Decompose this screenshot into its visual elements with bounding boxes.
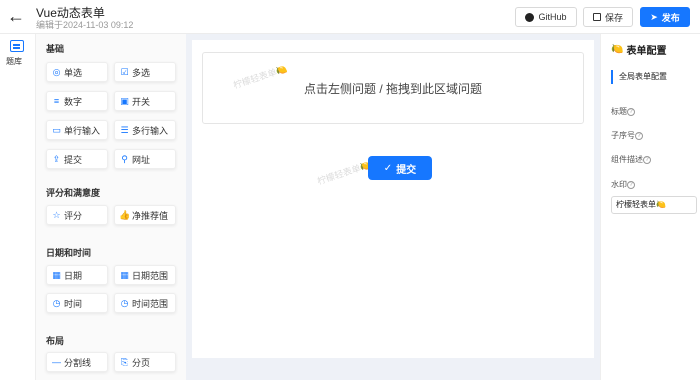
publish-label: 发布 — [661, 12, 680, 23]
save-icon — [592, 13, 601, 21]
palette-item-time[interactable]: ◷ 时间 — [46, 293, 108, 313]
link-icon: ⚲ — [121, 153, 128, 164]
help-icon[interactable]: ? — [635, 131, 643, 140]
palette-item-switch[interactable]: ▣ 开关 — [114, 91, 176, 111]
save-label: 保存 — [604, 12, 623, 23]
check-icon: ✓ — [383, 162, 393, 174]
section-datetime-title: 日期和时间 — [46, 248, 92, 258]
watermark-text: 柠檬轻表单🍋 — [315, 159, 373, 187]
upload-icon: ⇪ — [52, 153, 61, 164]
question-bank-label[interactable]: 题库 — [6, 56, 22, 67]
checkbox-icon: ☑ — [120, 66, 129, 77]
palette-item-radio[interactable]: ◎ 单选 — [46, 62, 108, 82]
field-label-watermark: 水印? — [611, 179, 635, 190]
form-canvas: 点击左侧问题 / 拖拽到此区域问题 柠檬轻表单🍋 柠檬轻表单🍋 ✓ 提交 — [186, 34, 600, 380]
submit-button[interactable]: ✓ 提交 — [368, 156, 432, 180]
config-panel-title: 表单配置 — [626, 46, 667, 57]
config-panel: 🍋 表单配置 全局表单配置 标题? 子序号? 组件描述? 水印? 柠檬轻表单🍋 — [600, 34, 700, 380]
help-icon[interactable]: ? — [643, 155, 651, 164]
form-paper: 点击左侧问题 / 拖拽到此区域问题 柠檬轻表单🍋 柠檬轻表单🍋 ✓ 提交 — [192, 40, 594, 358]
star-icon: ☆ — [52, 209, 61, 220]
textarea-icon: ☰ — [120, 124, 129, 135]
left-tab-strip: 题库 — [0, 34, 36, 380]
top-bar: ← Vue动态表单 编辑于2024-11-03 09:12 GitHub 保存 … — [0, 0, 700, 34]
palette-item-checkbox[interactable]: ☑ 多选 — [114, 62, 176, 82]
input-icon: ▭ — [52, 124, 61, 135]
github-label: GitHub — [538, 12, 567, 22]
github-icon — [525, 12, 535, 22]
palette-item-date[interactable]: ▦ 日期 — [46, 265, 108, 285]
section-basic-title: 基础 — [46, 44, 65, 54]
help-icon[interactable]: ? — [627, 107, 635, 116]
field-label-desc: 组件描述? — [611, 154, 651, 165]
divider-icon: — — [52, 357, 61, 367]
config-panel-header: 🍋 表单配置 — [611, 42, 666, 57]
palette-item-pagination[interactable]: ⎘ 分页 — [114, 352, 176, 372]
palette-item-divider[interactable]: — 分割线 — [46, 352, 108, 372]
palette-item-submit[interactable]: ⇪ 提交 — [46, 149, 108, 169]
tab-global-config[interactable]: 全局表单配置 — [611, 70, 667, 84]
palette-item-url[interactable]: ⚲ 网址 — [114, 149, 176, 169]
save-button[interactable]: 保存 — [583, 7, 633, 27]
watermark-input[interactable]: 柠檬轻表单🍋 — [611, 196, 697, 214]
section-rating-title: 评分和满意度 — [46, 188, 101, 198]
clock-range-icon: ◷ — [120, 297, 129, 308]
palette-item-single-input[interactable]: ▭ 单行输入 — [46, 120, 108, 140]
page-icon: ⎘ — [120, 356, 129, 367]
send-icon: ➤ — [650, 11, 658, 22]
palette-item-rating[interactable]: ☆ 评分 — [46, 205, 108, 225]
field-label-title: 标题? — [611, 106, 635, 117]
switch-icon: ▣ — [120, 95, 129, 106]
drop-zone-text: 点击左侧问题 / 拖拽到此区域问题 — [303, 81, 482, 96]
thumbs-up-icon: 👍 — [119, 209, 131, 220]
question-bank-icon[interactable] — [10, 40, 24, 52]
palette-item-nps[interactable]: 👍 净推荐值 — [114, 205, 176, 225]
palette-item-multi-input[interactable]: ☰ 多行输入 — [114, 120, 176, 140]
radio-icon: ◎ — [52, 66, 61, 77]
github-button[interactable]: GitHub — [515, 7, 577, 27]
submit-label: 提交 — [396, 164, 417, 176]
field-label-serial: 子序号? — [611, 130, 643, 141]
edit-timestamp: 编辑于2024-11-03 09:12 — [36, 20, 134, 30]
help-icon[interactable]: ? — [627, 180, 635, 189]
number-icon: ≡ — [53, 96, 60, 106]
drop-zone[interactable]: 点击左侧问题 / 拖拽到此区域问题 — [202, 52, 584, 124]
calendar-icon: ▦ — [52, 269, 61, 280]
lemon-icon: 🍋 — [611, 44, 624, 55]
clock-icon: ◷ — [52, 297, 61, 308]
palette-item-time-range[interactable]: ◷ 时间范围 — [114, 293, 176, 313]
calendar-range-icon: ▦ — [120, 269, 129, 280]
palette-item-number[interactable]: ≡ 数字 — [46, 91, 108, 111]
arrow-left-icon[interactable]: ← — [6, 6, 26, 26]
component-palette: 基础 ◎ 单选 ☑ 多选 ≡ 数字 ▣ 开关 ▭ 单行输入 ☰ 多行输入 ⇪ 提交 ⚲ 网址 评… — [36, 34, 186, 380]
palette-item-date-range[interactable]: ▦ 日期范围 — [114, 265, 176, 285]
section-layout-title: 布局 — [46, 336, 65, 346]
publish-button[interactable]: ➤ 发布 — [640, 7, 690, 27]
